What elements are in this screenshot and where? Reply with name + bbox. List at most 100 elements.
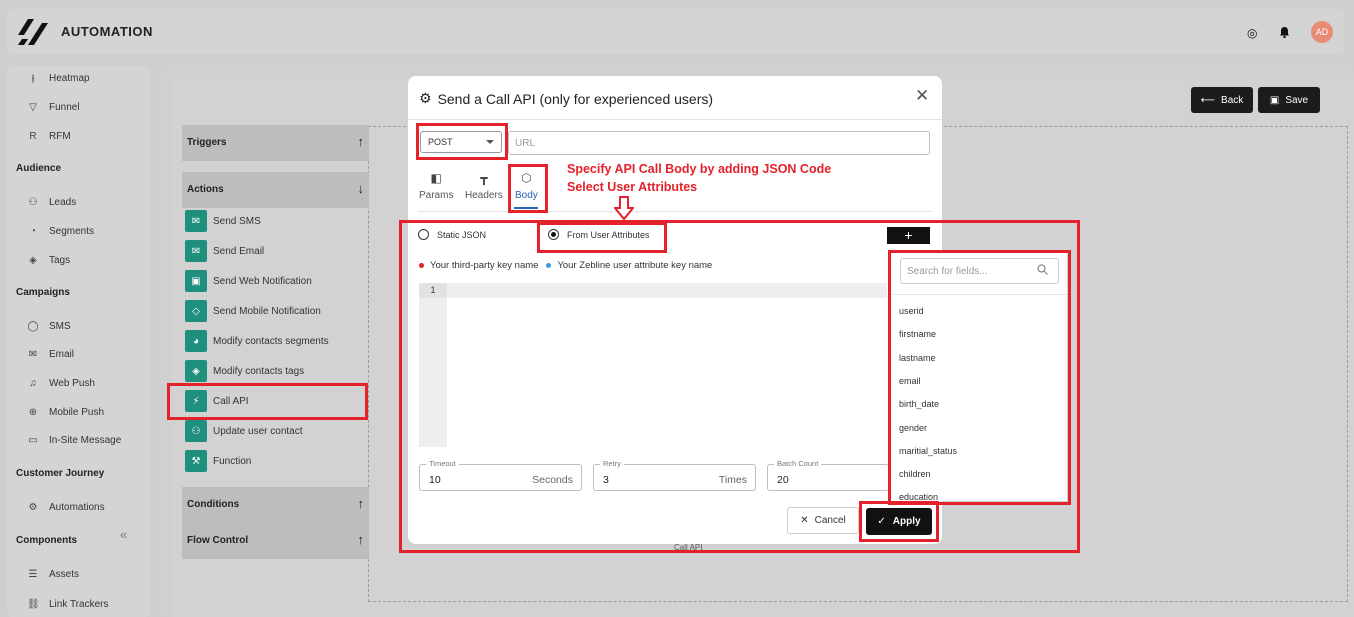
action-label: Send Email — [213, 245, 265, 257]
sidebar-item-label: Email — [49, 349, 75, 361]
sidebar-item-link-trackers[interactable]: ⛓ Link Trackers — [27, 597, 108, 611]
sidebar-item-leads[interactable]: ⚇ Leads — [27, 195, 77, 209]
gear-icon: ⚙ — [419, 90, 432, 106]
automations-icon: ⚙ — [28, 501, 38, 513]
app-title: AUTOMATION — [61, 24, 153, 39]
close-icon[interactable]: ✕ — [915, 86, 929, 106]
url-placeholder: URL — [515, 138, 536, 149]
flow-control-label: Flow Control — [187, 535, 249, 546]
arrow-up-icon: ↑ — [357, 134, 365, 149]
sidebar-item-tags[interactable]: ◈ Tags — [27, 253, 70, 267]
sidebar-item-segments[interactable]: ◔ Segments — [27, 224, 94, 238]
sidebar-group-title: Customer Journey — [16, 468, 105, 479]
in-site-message-icon: ▭ — [28, 435, 38, 447]
annotation-line-1: Specify API Call Body by adding JSON Cod… — [567, 162, 832, 176]
save-button-label: Save — [1285, 94, 1309, 106]
back-button[interactable]: ⟵ Back — [1191, 87, 1253, 113]
action-update-user-contact[interactable]: ⚇ Update user contact — [185, 420, 303, 442]
action-modify-contacts-tags[interactable]: ◈ Modify contacts tags — [185, 360, 304, 382]
tab-headers[interactable]: ┳ Headers — [465, 171, 503, 201]
sidebar-group-title: Components — [16, 535, 78, 546]
highlight-call-api — [167, 383, 368, 420]
sidebar-item-label: Link Trackers — [49, 598, 109, 610]
url-input[interactable]: URL — [508, 131, 930, 155]
actions-section[interactable]: Actions ↓ — [182, 172, 369, 208]
arrow-down-icon: ↓ — [357, 181, 365, 196]
bell-icon[interactable] — [1279, 26, 1290, 41]
tags-icon: ◈ — [29, 254, 37, 266]
tab-params[interactable]: ◧ Params — [419, 171, 453, 201]
dialog-title: ⚙ Send a Call API (only for experienced … — [419, 90, 713, 107]
sidebar-item-label: Mobile Push — [49, 406, 105, 418]
sidebar-item-label: Web Push — [49, 377, 95, 389]
action-send-mobile-notification[interactable]: ◇ Send Mobile Notification — [185, 300, 321, 322]
back-button-label: Back — [1221, 94, 1244, 106]
action-label: Send Mobile Notification — [213, 305, 321, 317]
assets-icon: ☰ — [28, 568, 38, 580]
action-label: Send SMS — [213, 215, 261, 227]
sidebar-item-label: Automations — [49, 501, 105, 513]
actions-label: Actions — [187, 184, 224, 195]
collapse-sidebar-icon[interactable]: « — [120, 527, 127, 542]
action-modify-contacts-segments[interactable]: ◕ Modify contacts segments — [185, 330, 329, 352]
sidebar-item-web-push[interactable]: ♫ Web Push — [27, 376, 95, 390]
arrow-up-icon: ↑ — [357, 532, 365, 547]
function-icon: ⚒ — [185, 450, 207, 472]
arrow-left-icon: ⟵ — [1200, 94, 1216, 106]
sidebar-item-email[interactable]: ✉ Email — [27, 348, 74, 362]
dialog-title-text: Send a Call API (only for experienced us… — [437, 90, 714, 107]
conditions-section[interactable]: Conditions ↑ — [182, 487, 369, 523]
action-send-email[interactable]: ✉ Send Email — [185, 240, 264, 262]
save-button[interactable]: ▣ Save — [1258, 87, 1320, 113]
avatar[interactable]: AD — [1311, 21, 1333, 43]
action-label: Modify contacts tags — [213, 365, 305, 377]
segments-icon: ◔ — [29, 225, 37, 237]
user-contact-icon: ⚇ — [185, 420, 207, 442]
triggers-section[interactable]: Triggers ↑ — [182, 125, 369, 161]
sidebar-item-label: Leads — [49, 196, 77, 208]
action-label: Update user contact — [213, 425, 303, 437]
sidebar-item-label: Heatmap — [49, 72, 90, 84]
sidebar-item-heatmap[interactable]: ⫲ Heatmap — [27, 71, 90, 85]
send-email-icon: ✉ — [185, 240, 207, 262]
sidebar-item-sms[interactable]: ◯ SMS — [27, 319, 71, 333]
app-logo-icon[interactable] — [16, 17, 50, 47]
sidebar-item-label: SMS — [49, 320, 71, 332]
email-icon: ✉ — [28, 349, 38, 361]
sidebar-item-rfm[interactable]: R RFM — [27, 129, 71, 143]
highlight-attribute-list — [888, 250, 1071, 505]
send-sms-icon: ✉ — [185, 210, 207, 232]
sidebar-item-funnel[interactable]: ▽ Funnel — [27, 100, 80, 114]
tag-icon: ◈ — [185, 360, 207, 382]
action-label: Function — [213, 455, 252, 467]
sidebar-item-automations[interactable]: ⚙ Automations — [27, 500, 105, 514]
sidebar-group-title: Audience — [16, 163, 62, 174]
conditions-label: Conditions — [187, 499, 240, 510]
divider — [408, 119, 942, 120]
action-function[interactable]: ⚒ Function — [185, 450, 251, 472]
save-file-icon: ▣ — [1269, 94, 1280, 106]
mobile-push-icon: ⊕ — [28, 406, 38, 418]
web-push-icon: ♫ — [29, 377, 37, 389]
triggers-label: Triggers — [187, 137, 227, 148]
params-icon: ◧ — [430, 171, 442, 185]
tab-params-label: Params — [419, 190, 454, 201]
action-send-web-notification[interactable]: ▣ Send Web Notification — [185, 270, 312, 292]
sidebar-item-in-site-message[interactable]: ▭ In-Site Message — [27, 434, 121, 448]
flow-control-section[interactable]: Flow Control ↑ — [182, 523, 369, 559]
action-send-sms[interactable]: ✉ Send SMS — [185, 210, 261, 232]
top-header: AUTOMATION ◎ AD — [7, 9, 1344, 54]
annotation: Specify API Call Body by adding JSON Cod… — [567, 160, 831, 196]
sidebar-item-label: Funnel — [49, 101, 80, 113]
leads-icon: ⚇ — [28, 196, 38, 208]
sidebar-group-title: Campaigns — [16, 287, 70, 298]
divider — [418, 211, 932, 212]
sidebar-item-label: RFM — [49, 130, 71, 142]
highlight-method — [416, 123, 508, 160]
help-lifebuoy-icon[interactable]: ◎ — [1247, 26, 1257, 40]
funnel-icon: ▽ — [29, 101, 37, 113]
sidebar-item-assets[interactable]: ☰ Assets — [27, 567, 80, 581]
action-label: Modify contacts segments — [213, 335, 329, 347]
link-trackers-icon: ⛓ — [27, 598, 40, 610]
sidebar-item-mobile-push[interactable]: ⊕ Mobile Push — [27, 405, 104, 419]
